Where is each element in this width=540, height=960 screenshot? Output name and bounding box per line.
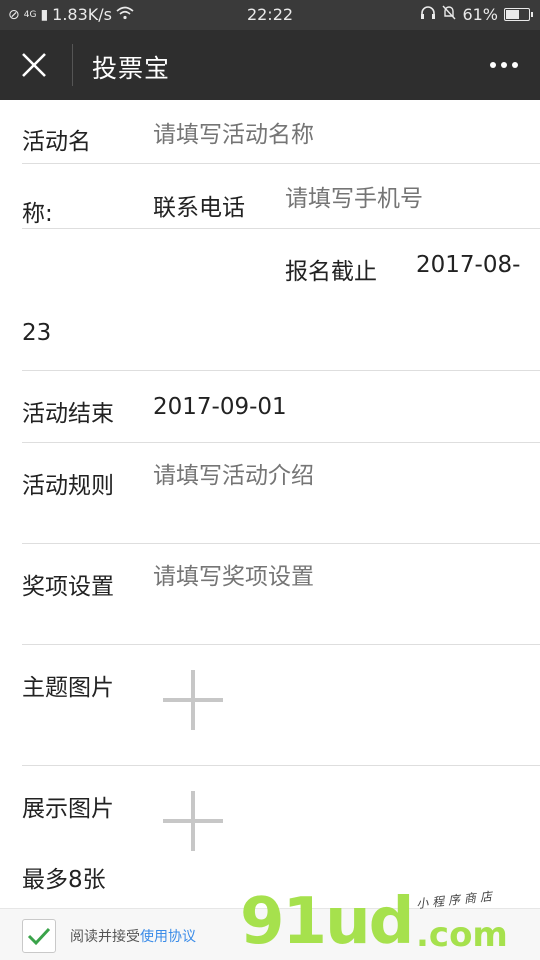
add-display-image-button[interactable] — [163, 791, 223, 851]
more-icon[interactable] — [484, 50, 524, 80]
battery-percent: 61% — [462, 5, 498, 24]
agree-prefix: 阅读并接受 — [70, 929, 140, 945]
rules-label: 活动规则 — [22, 473, 114, 499]
divider — [22, 228, 540, 229]
agree-checkbox[interactable] — [22, 919, 56, 953]
awards-input[interactable] — [153, 557, 523, 637]
rules-input[interactable] — [153, 456, 523, 536]
page-title: 投票宝 — [92, 54, 171, 83]
activity-name-label-cont: 称: — [22, 201, 53, 227]
deadline-value-cont[interactable]: 23 — [22, 320, 51, 346]
end-label: 活动结束 — [22, 401, 114, 427]
activity-name-label: 活动名 — [22, 129, 91, 155]
status-right: 61% — [420, 5, 533, 24]
battery-icon — [504, 8, 533, 21]
divider — [22, 644, 540, 645]
check-icon — [27, 927, 51, 946]
activity-name-input[interactable] — [153, 118, 523, 152]
display-image-label: 展示图片 — [22, 796, 114, 822]
display-image-note: 最多8张 — [22, 867, 106, 893]
contact-label: 联系电话 — [153, 195, 245, 221]
agreement-footer: 阅读并接受使用协议 — [0, 908, 540, 960]
mute-bell-icon — [442, 5, 456, 24]
divider — [22, 442, 540, 443]
divider — [22, 370, 540, 371]
contact-phone-input[interactable] — [285, 182, 525, 216]
terms-link[interactable]: 使用协议 — [140, 929, 196, 945]
agree-text: 阅读并接受使用协议 — [70, 926, 196, 946]
battery-fill — [506, 10, 519, 19]
status-bar: ⊘ 4G ▮ 1.83K/s 22:22 61% — [0, 0, 540, 30]
add-theme-image-button[interactable] — [163, 670, 223, 730]
divider — [22, 765, 540, 766]
awards-label: 奖项设置 — [22, 574, 114, 600]
headset-icon — [420, 5, 436, 24]
divider — [22, 163, 540, 164]
navbar: 投票宝 — [0, 30, 540, 100]
end-value[interactable]: 2017-09-01 — [153, 394, 287, 420]
navbar-divider — [72, 44, 73, 86]
theme-image-label: 主题图片 — [22, 675, 114, 701]
divider — [22, 543, 540, 544]
deadline-label: 报名截止 — [285, 259, 377, 285]
close-icon[interactable] — [14, 47, 54, 83]
deadline-value[interactable]: 2017-08- — [416, 252, 520, 278]
